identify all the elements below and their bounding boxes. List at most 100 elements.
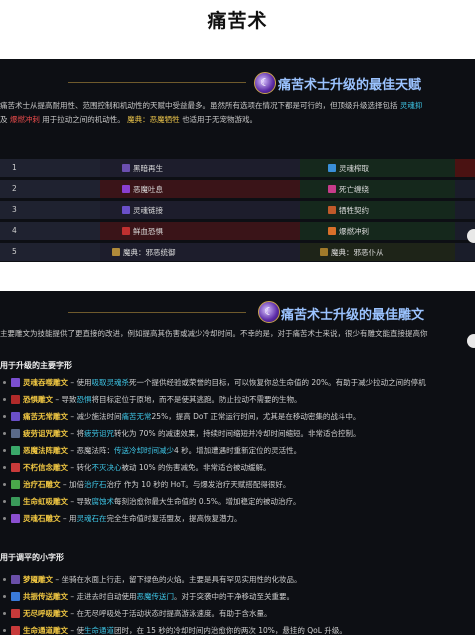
minor-glyphs-title: 用于调平的小字形 [0, 553, 64, 562]
glyph-item: 痛苦无常雕文 – 减少施法时间痛苦无常25%，提高 DoT 正常运行时间，尤其是… [0, 408, 475, 425]
tier-number: 5 [12, 247, 17, 256]
talent-icon [122, 164, 130, 172]
glyph-name-link[interactable]: 生命通道雕文 [23, 626, 68, 635]
glyph-item: 治疗石雕文 – 加倍治疗石治疗 作为 10 秒的 HoT。与爆发治疗天赋搭配得很… [0, 476, 475, 493]
bullet-icon [3, 381, 6, 384]
tier-number: 2 [12, 184, 17, 193]
talent-right-label: 死亡缠绕 [339, 185, 369, 194]
bullet-icon [3, 629, 6, 632]
talent-right-label: 牺牲契约 [339, 206, 369, 215]
glyph-desc-rest: 4 秒。增加遭遇时重新定位的灵活性。 [174, 446, 302, 455]
glyph-name-link[interactable]: 痛苦无常雕文 [23, 412, 68, 421]
bullet-icon [3, 595, 6, 598]
glyph-text: 治疗石雕文 – 加倍治疗石治疗 作为 10 秒的 HoT。与爆发治疗天赋搭配得很… [23, 476, 290, 493]
spell-link[interactable]: 传送冷却时间减少 [114, 446, 174, 455]
talent-icon [328, 164, 336, 172]
bullet-icon [3, 500, 6, 503]
bullet-icon [3, 612, 6, 615]
talent-right[interactable]: 魔典：邪恶仆从 [300, 243, 455, 261]
talent-link-burning-rush[interactable]: 爆燃冲刺 [10, 115, 40, 124]
spell-link[interactable]: 灵魂石在 [77, 514, 107, 523]
glyph-name-link[interactable]: 灵魂吞噬雕文 [23, 378, 68, 387]
glyph-name-link[interactable]: 恶魔法阵雕文 [23, 446, 68, 455]
talent-tier: 4 [0, 222, 100, 240]
scroll-handle[interactable] [467, 229, 475, 243]
talent-link-grimoire-sacrifice[interactable]: 魔典：恶魔牺牲 [127, 115, 180, 124]
talent-left[interactable]: 黑暗再生 [100, 159, 300, 177]
glyph-name-link[interactable]: 疲劳诅咒雕文 [23, 429, 68, 438]
glyph-item: 疲劳诅咒雕文 – 将疲劳诅咒转化为 70% 的减速效果，持续时间缩短并冷却时间缩… [0, 425, 475, 442]
glyph-desc: – 加倍 [62, 480, 85, 489]
glyph-name-link[interactable]: 灵魂石雕文 [23, 514, 61, 523]
heading-rule-left [68, 312, 246, 313]
glyph-name-link[interactable]: 梦魇雕文 [23, 575, 53, 584]
talent-left-label: 魔典：邪恶统御 [123, 248, 176, 257]
bullet-icon [3, 466, 6, 469]
talent-right[interactable]: 死亡缠绕 [300, 180, 455, 198]
tier-number: 3 [12, 205, 17, 214]
glyph-item: 共振传送雕文 – 走进去时自动使用恶魔传送门。对于突袭中的干净移动至关重要。 [0, 588, 475, 605]
talents-intro-text: 痛苦术士从提高耐用性、范围控制和机动性的天赋中受益最多。虽然所有选项在情况下都是… [0, 101, 398, 110]
glyph-text: 生命虹吸雕文 – 导致腐蚀术每刻治愈你最大生命值的 0.5%。增加稳定的被动治疗… [23, 493, 300, 510]
glyph-item: 生命虹吸雕文 – 导致腐蚀术每刻治愈你最大生命值的 0.5%。增加稳定的被动治疗… [0, 493, 475, 510]
spell-link[interactable]: 生命通道 [84, 626, 114, 635]
spell-link[interactable]: 不灭决心 [92, 463, 122, 472]
talent-right[interactable]: 爆燃冲刺 [300, 222, 455, 240]
glyph-icon [11, 378, 20, 387]
glyph-item: 恶魔法阵雕文 – 恶魔法阵：传送冷却时间减少4 秒。增加遭遇时重新定位的灵活性。 [0, 442, 475, 459]
glyph-name-link[interactable]: 无尽呼吸雕文 [23, 609, 68, 618]
glyph-icon [11, 395, 20, 404]
talent-left[interactable]: 鲜血恐惧 [100, 222, 300, 240]
talent-right[interactable]: 牺牲契约 [300, 201, 455, 219]
talent-left[interactable]: 恶魔吐息 [100, 180, 300, 198]
glyph-icon [11, 514, 20, 523]
glyph-name-link[interactable]: 生命虹吸雕文 [23, 497, 68, 506]
talent-third[interactable] [455, 201, 475, 219]
glyph-name-link[interactable]: 共振传送雕文 [23, 592, 68, 601]
talent-link-soul-leech[interactable]: 灵魂抑 [400, 101, 423, 110]
spell-link[interactable]: 腐蚀术 [92, 497, 115, 506]
glyph-name-link[interactable]: 治疗石雕文 [23, 480, 61, 489]
talent-right-label: 灵魂榨取 [339, 164, 369, 173]
intro-text-b: 用于拉动之间的机动性。 [42, 115, 125, 124]
spell-link[interactable]: 治疗石 [84, 480, 107, 489]
glyph-desc: – 恶魔法阵： [70, 446, 115, 455]
glyph-desc: – 使用 [70, 378, 92, 387]
glyph-desc-rest: 提高游泳速度。有助于含水量。 [166, 609, 272, 618]
spell-link[interactable]: 恶魔传送门 [137, 592, 175, 601]
talent-left-label: 鲜血恐惧 [133, 227, 163, 236]
talent-row: 2 恶魔吐息 死亡缠绕 [0, 180, 475, 198]
glyph-desc: – 使 [70, 626, 85, 635]
glyph-desc-rest: 治疗 作为 10 秒的 HoT。与爆发治疗天赋搭配得很好。 [106, 480, 291, 489]
glyph-name-link[interactable]: 不朽信念雕文 [23, 463, 68, 472]
glyph-icon [11, 429, 20, 438]
glyph-icon [11, 575, 20, 584]
talent-right[interactable]: 灵魂榨取 [300, 159, 455, 177]
talent-left[interactable]: 魔典：邪恶统御 [100, 243, 300, 261]
spell-link[interactable]: 恐惧 [77, 395, 92, 404]
talent-third[interactable] [455, 159, 475, 177]
glyph-item: 无尽呼吸雕文 – 在无尽呼吸处于活动状态时提高游泳速度。有助于含水量。 [0, 605, 475, 622]
talent-icon [328, 185, 336, 193]
spell-link[interactable]: 痛苦无常 [122, 412, 152, 421]
talent-third[interactable] [455, 243, 475, 261]
intro-text-a: 及 [0, 115, 8, 124]
glyph-desc-rest: 25%，提高 DoT 正常运行时间，尤其是在移动密集的战斗中。 [151, 412, 361, 421]
glyph-name-link[interactable]: 恐惧雕文 [23, 395, 53, 404]
talent-right-label: 魔典：邪恶仆从 [331, 248, 384, 257]
glyph-desc-rest: 每刻治愈你最大生命值的 0.5%。增加稳定的被动治疗。 [114, 497, 301, 506]
glyph-text: 恐惧雕文 – 导致恐惧将目标定位于原地，而不是使其逃跑。防止拉动不需要的生物。 [23, 391, 302, 408]
glyph-text: 梦魇雕文 – 坐骑在水面上行走，留下绿色的火焰。主要是具有罕见实用性的化妆品。 [23, 571, 302, 588]
talent-left[interactable]: 灵魂链接 [100, 201, 300, 219]
spell-link[interactable]: 疲劳诅咒 [84, 429, 114, 438]
scroll-handle[interactable] [467, 334, 475, 348]
talent-row: 4 鲜血恐惧 爆燃冲刺 [0, 222, 475, 240]
spell-link[interactable]: 吸取灵魂杀 [92, 378, 130, 387]
talent-third[interactable] [455, 180, 475, 198]
talent-icon [328, 227, 336, 235]
warlock-emblem-icon: ☾ [258, 301, 280, 323]
talents-heading-text: 痛苦术士升级的最佳天赋 [278, 78, 422, 93]
talents-heading: ☾ 痛苦术士升级的最佳天赋 [0, 71, 475, 95]
glyph-desc: – 在无尽呼吸处于活动状态时 [70, 609, 167, 618]
bullet-icon [3, 578, 6, 581]
